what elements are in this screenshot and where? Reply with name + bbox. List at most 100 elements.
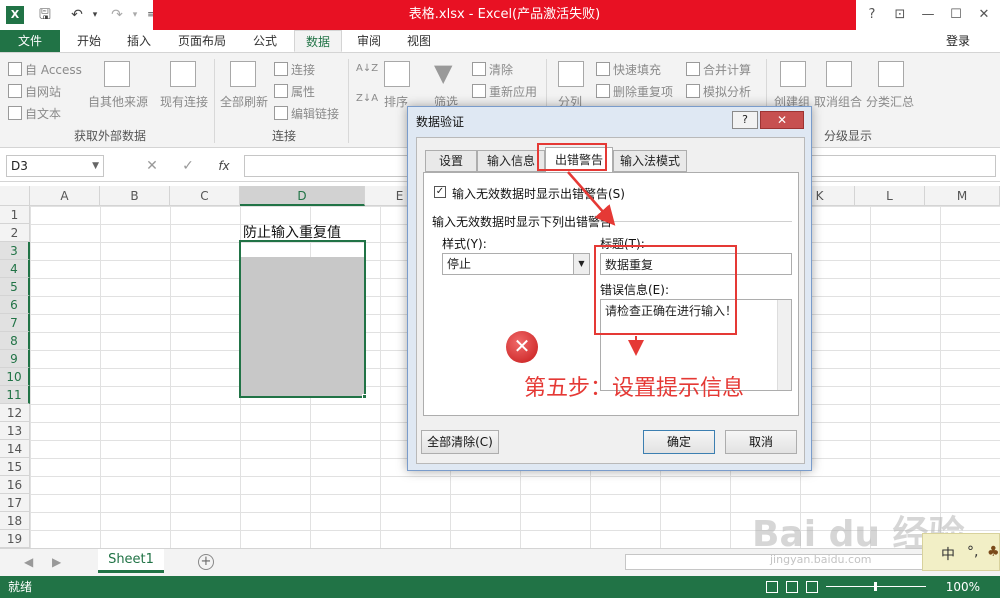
select-all-corner[interactable]: [0, 186, 30, 206]
row-header-selected[interactable]: 9: [0, 350, 30, 368]
from-web-button[interactable]: 自网站: [8, 83, 61, 100]
tab-review[interactable]: 审阅: [346, 30, 392, 52]
undo-dropdown-icon[interactable]: ▾: [84, 4, 106, 26]
sheet-next-icon[interactable]: ▶: [52, 555, 61, 569]
row-header[interactable]: 1: [0, 206, 30, 224]
row-header[interactable]: 12: [0, 404, 30, 422]
column-header[interactable]: C: [170, 186, 240, 206]
row-header-selected[interactable]: 6: [0, 296, 30, 314]
page-break-view-icon[interactable]: [806, 581, 818, 593]
ime-skin-icon[interactable]: ♣: [987, 544, 1000, 560]
maximize-button[interactable]: ☐: [942, 0, 970, 30]
sheet-prev-icon[interactable]: ◀: [24, 555, 33, 569]
remove-duplicates-button[interactable]: 删除重复项: [596, 83, 673, 100]
zoom-level[interactable]: 100%: [946, 576, 980, 598]
selected-range[interactable]: [239, 240, 366, 398]
tab-input-message[interactable]: 输入信息: [477, 150, 545, 172]
tab-ime-mode[interactable]: 输入法模式: [613, 150, 687, 172]
from-access-button[interactable]: 自 Access: [8, 61, 82, 78]
flash-fill-button[interactable]: 快速填充: [596, 61, 661, 78]
row-header-selected[interactable]: 7: [0, 314, 30, 332]
ime-toolbar[interactable]: 中 °, ♣: [922, 533, 1000, 571]
row-header[interactable]: 14: [0, 440, 30, 458]
style-select[interactable]: 停止 ▼: [442, 253, 590, 275]
sheet-tab[interactable]: Sheet1: [98, 549, 164, 573]
cancel-button[interactable]: 取消: [725, 430, 797, 454]
name-box[interactable]: D3 ▼: [6, 155, 104, 177]
ime-mode[interactable]: 中: [941, 544, 955, 564]
add-sheet-button[interactable]: +: [198, 554, 214, 570]
clear-all-button[interactable]: 全部清除(C): [421, 430, 499, 454]
row-header[interactable]: 2: [0, 224, 30, 242]
row-header-selected[interactable]: 11: [0, 386, 30, 404]
what-if-button[interactable]: 模拟分析: [686, 83, 751, 100]
connections-button[interactable]: 连接: [274, 61, 315, 78]
flash-fill-icon: [596, 62, 610, 76]
sort-za-button[interactable]: Z↓A: [356, 93, 378, 104]
fill-handle[interactable]: [362, 394, 367, 399]
row-header-selected[interactable]: 10: [0, 368, 30, 386]
row-header-selected[interactable]: 8: [0, 332, 30, 350]
from-text-button[interactable]: 自文本: [8, 105, 61, 122]
tab-settings[interactable]: 设置: [425, 150, 477, 172]
row-header[interactable]: 13: [0, 422, 30, 440]
style-value: 停止: [447, 257, 472, 271]
row-header[interactable]: 16: [0, 476, 30, 494]
tab-view[interactable]: 视图: [396, 30, 442, 52]
row-header-selected[interactable]: 3: [0, 242, 30, 260]
sort-az-button[interactable]: A↓Z: [356, 63, 378, 74]
sort-button[interactable]: 排序: [384, 93, 408, 110]
tab-page-layout[interactable]: 页面布局: [168, 30, 236, 52]
login-link[interactable]: 登录: [946, 30, 970, 52]
insert-function-button[interactable]: fx: [212, 155, 236, 177]
row-header[interactable]: 19: [0, 530, 30, 548]
dialog-help-button[interactable]: ?: [732, 111, 758, 129]
normal-view-icon[interactable]: [766, 581, 778, 593]
consolidate-button[interactable]: 合并计算: [686, 61, 751, 78]
enter-formula-button[interactable]: ✓: [176, 155, 200, 177]
reapply-button[interactable]: 重新应用: [472, 83, 537, 100]
help-button[interactable]: ?: [858, 0, 886, 30]
minimize-button[interactable]: —: [914, 0, 942, 30]
tab-data[interactable]: 数据: [294, 30, 342, 52]
column-header[interactable]: B: [100, 186, 170, 206]
properties-icon: [274, 84, 288, 98]
ok-button[interactable]: 确定: [643, 430, 715, 454]
consolidate-label: 合并计算: [703, 63, 752, 77]
clear-filter-button[interactable]: 清除: [472, 61, 513, 78]
tab-file[interactable]: 文件: [0, 30, 60, 52]
message-scrollbar[interactable]: [777, 300, 791, 390]
cell-d2[interactable]: 防止输入重复值: [243, 222, 341, 242]
refresh-all-button[interactable]: 全部刷新: [220, 93, 268, 110]
other-sources-button[interactable]: 自其他来源: [88, 93, 148, 110]
ungroup-button[interactable]: 取消组合: [814, 93, 862, 110]
row-header-selected[interactable]: 5: [0, 278, 30, 296]
properties-button[interactable]: 属性: [274, 83, 315, 100]
row-header[interactable]: 18: [0, 512, 30, 530]
cancel-formula-button[interactable]: ✕: [140, 155, 164, 177]
close-button[interactable]: ✕: [970, 0, 998, 30]
save-icon[interactable]: 🖫: [34, 4, 56, 26]
ime-punct[interactable]: °,: [967, 544, 978, 560]
ribbon-display-button[interactable]: ⊡: [886, 0, 914, 30]
text-file-icon: [8, 106, 22, 120]
row-header[interactable]: 17: [0, 494, 30, 512]
column-header[interactable]: A: [30, 186, 100, 206]
tab-formulas[interactable]: 公式: [242, 30, 288, 52]
existing-connections-button[interactable]: 现有连接: [160, 93, 208, 110]
zoom-slider-thumb[interactable]: [874, 582, 877, 591]
show-error-checkbox[interactable]: ✓: [434, 186, 446, 198]
dialog-title: 数据验证: [416, 115, 465, 129]
column-header[interactable]: M: [925, 186, 1000, 206]
dialog-close-button[interactable]: ✕: [760, 111, 804, 129]
row-header[interactable]: 15: [0, 458, 30, 476]
column-header[interactable]: L: [855, 186, 925, 206]
column-header-selected[interactable]: D: [240, 186, 365, 206]
row-header-selected[interactable]: 4: [0, 260, 30, 278]
tab-home[interactable]: 开始: [66, 30, 112, 52]
edit-links-button[interactable]: 编辑链接: [274, 105, 339, 122]
group-icon: [780, 61, 806, 87]
subtotal-button[interactable]: 分类汇总: [866, 93, 914, 110]
page-layout-view-icon[interactable]: [786, 581, 798, 593]
tab-insert[interactable]: 插入: [116, 30, 162, 52]
